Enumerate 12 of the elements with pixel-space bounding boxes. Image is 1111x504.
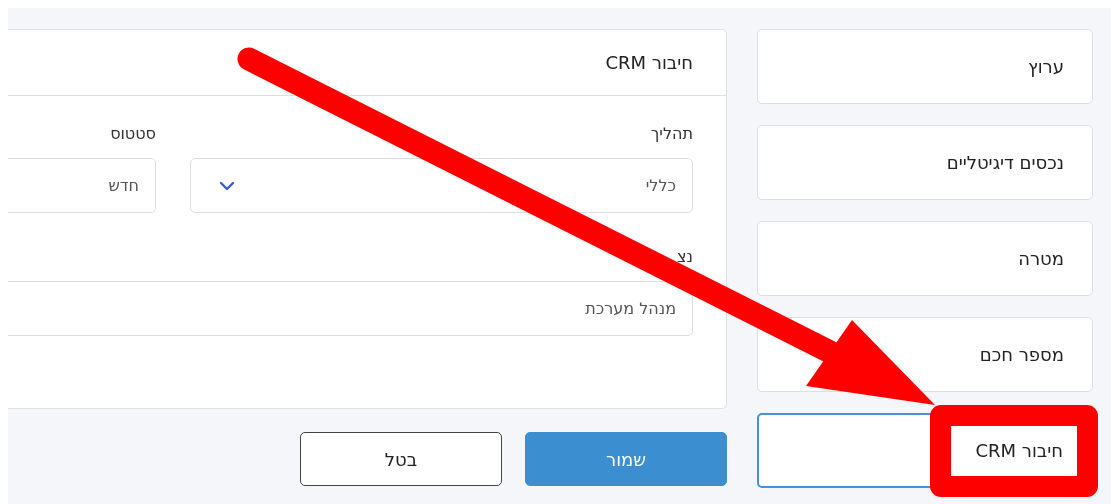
card-title: חיבור CRM xyxy=(605,52,693,73)
sidebar-item[interactable]: נכסים דיגיטליים xyxy=(757,125,1093,200)
field-label: נצ xyxy=(676,247,693,267)
sidebar-item[interactable]: מטרה xyxy=(757,221,1093,296)
sidebar-item[interactable]: ערוץ xyxy=(757,29,1093,104)
field-label: סטטוס xyxy=(109,124,156,144)
input-field[interactable]: מנהל מערכת xyxy=(8,281,693,336)
input-field[interactable]: חדש xyxy=(8,158,156,213)
field-label: תהליך xyxy=(649,124,693,144)
select-field[interactable]: כללי xyxy=(190,158,693,213)
cancel-button[interactable]: בטל xyxy=(300,432,502,486)
chevron-down-icon xyxy=(219,180,235,191)
